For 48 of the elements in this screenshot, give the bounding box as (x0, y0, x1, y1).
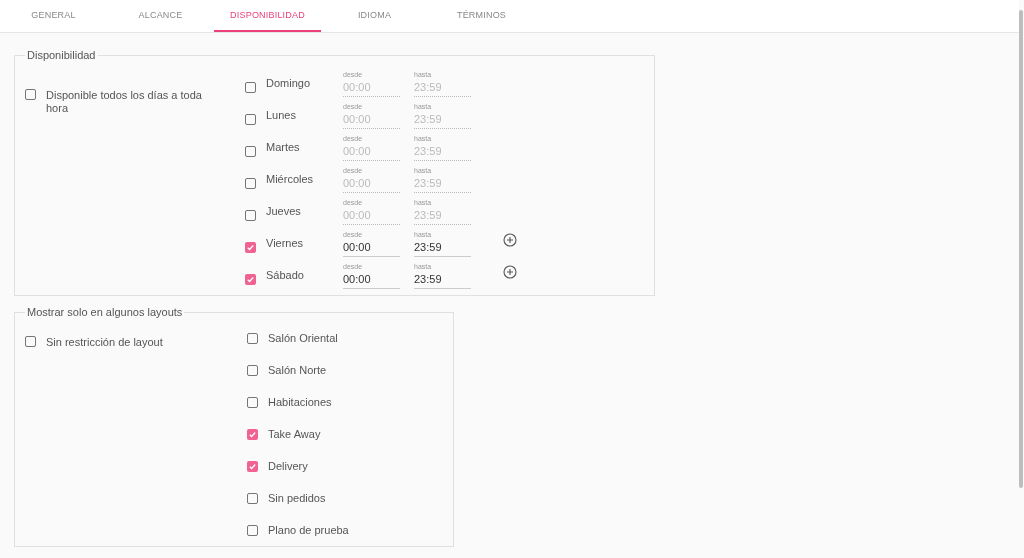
check-icon (246, 242, 255, 252)
checkbox[interactable] (245, 209, 256, 221)
check-icon (248, 461, 257, 471)
plus-circle-icon (503, 233, 517, 247)
day-label: Jueves (266, 205, 302, 219)
checkbox-label: Delivery (268, 459, 308, 473)
checkbox[interactable] (247, 524, 258, 536)
checkbox-label: Habitaciones (268, 395, 332, 409)
checkbox[interactable] (247, 364, 258, 376)
checkbox[interactable] (247, 428, 258, 440)
checkbox-label: Sin restricción de layout (46, 336, 163, 349)
checkbox[interactable] (247, 332, 258, 344)
day-label: Lunes (266, 109, 297, 123)
checkbox-label: Take Away (268, 427, 321, 441)
add-button[interactable] (503, 233, 517, 247)
checkbox[interactable] (245, 113, 256, 125)
checkbox-label: Salón Norte (268, 363, 327, 377)
checkbox[interactable] (247, 460, 258, 472)
day-label: Miércoles (266, 173, 315, 187)
tab[interactable]: DISPONIBILIDAD (214, 0, 321, 32)
day-label: Martes (266, 141, 301, 155)
tab[interactable]: ALCANCE (107, 0, 214, 32)
check-icon (246, 274, 255, 284)
checkbox[interactable] (25, 89, 36, 100)
check-icon (248, 429, 257, 439)
checkbox[interactable] (247, 396, 258, 408)
tab[interactable]: GENERAL (0, 0, 107, 32)
checkbox[interactable] (247, 492, 258, 504)
tab[interactable]: TÉRMINOS (428, 0, 535, 32)
checkbox[interactable] (245, 177, 256, 189)
checkbox-label: Disponible todos los días a toda hora (46, 89, 203, 115)
tab[interactable]: IDIOMA (321, 0, 428, 32)
checkbox[interactable] (245, 273, 256, 285)
checkbox-label: Salón Oriental (268, 331, 338, 345)
day-label: Domingo (266, 77, 312, 91)
checkbox-label: Plano de prueba (268, 523, 349, 537)
checkbox[interactable] (25, 336, 36, 347)
day-label: Viernes (266, 237, 305, 251)
checkbox[interactable] (245, 81, 256, 93)
day-label: Sábado (266, 269, 305, 283)
scrollbar[interactable] (1019, 10, 1023, 488)
panel-legend: Disponibilidad (25, 49, 98, 61)
checkbox-label: Sin pedidos (268, 491, 326, 505)
checkbox[interactable] (245, 241, 256, 253)
panel-legend: Mostrar solo en algunos layouts (25, 306, 185, 318)
plus-circle-icon (503, 265, 517, 279)
checkbox[interactable] (245, 145, 256, 157)
add-button[interactable] (503, 265, 517, 279)
